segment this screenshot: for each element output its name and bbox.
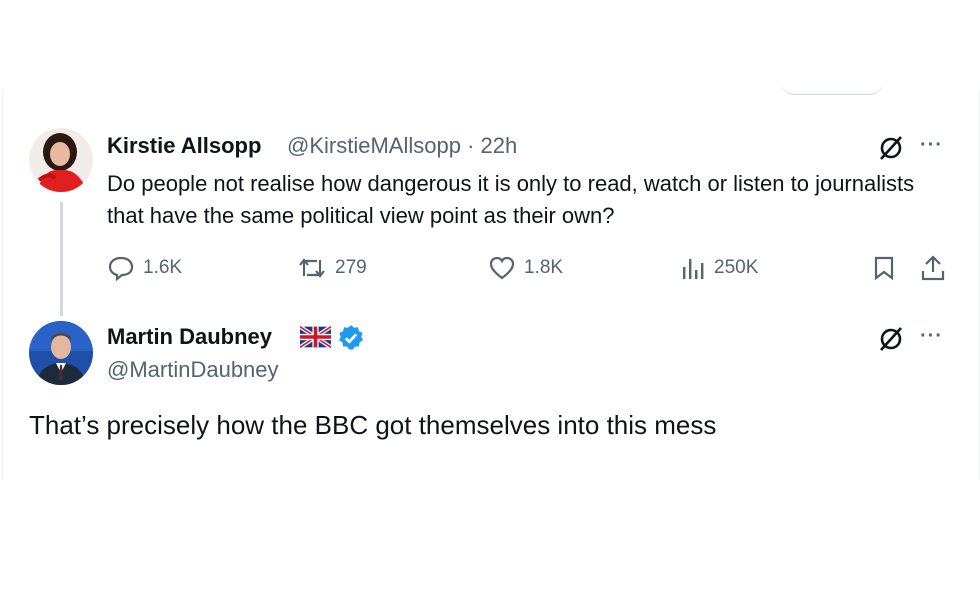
thread-line (60, 202, 63, 316)
martin-avatar[interactable] (29, 321, 93, 385)
views-count: 250K (714, 257, 759, 278)
author-handle[interactable]: @KirstieMAllsopp (287, 133, 461, 158)
tweet-text: Do people not realise how dangerous it i… (107, 171, 915, 228)
uk-flag-icon (300, 326, 331, 348)
bookmark-icon[interactable] (872, 255, 896, 281)
like-icon (488, 255, 516, 281)
reply-author-handle[interactable]: @MartinDaubney (107, 357, 279, 383)
reply-author-name[interactable]: Martin Daubney (107, 324, 272, 350)
reply-icon (107, 255, 135, 281)
repost-icon (297, 255, 327, 281)
verified-badge-icon[interactable] (337, 324, 365, 352)
tweet-time[interactable]: 22h (481, 133, 518, 158)
more-icon[interactable]: ··· (920, 134, 943, 157)
grok-icon[interactable] (877, 134, 905, 162)
like-count: 1.8K (524, 257, 564, 278)
repost-button[interactable]: 279 (297, 255, 367, 281)
like-button[interactable]: 1.8K (488, 255, 563, 281)
grok-icon[interactable] (877, 325, 905, 353)
author-name[interactable]: Kirstie Allsopp (107, 133, 261, 159)
repost-count: 279 (335, 257, 367, 278)
separator: · (467, 133, 475, 158)
reply-count: 1.6K (143, 257, 183, 278)
share-icon[interactable] (920, 254, 946, 282)
views-icon (680, 255, 706, 281)
views-button[interactable]: 250K (680, 255, 758, 281)
more-icon[interactable]: ··· (920, 325, 943, 348)
kirstie-avatar[interactable] (29, 128, 93, 192)
show-more-pill[interactable] (780, 80, 884, 95)
reply-button[interactable]: 1.6K (107, 255, 182, 281)
reply-text: That’s precisely how the BBC got themsel… (29, 410, 717, 440)
author-handle-and-time[interactable]: @KirstieMAllsopp · 22h (287, 133, 517, 159)
